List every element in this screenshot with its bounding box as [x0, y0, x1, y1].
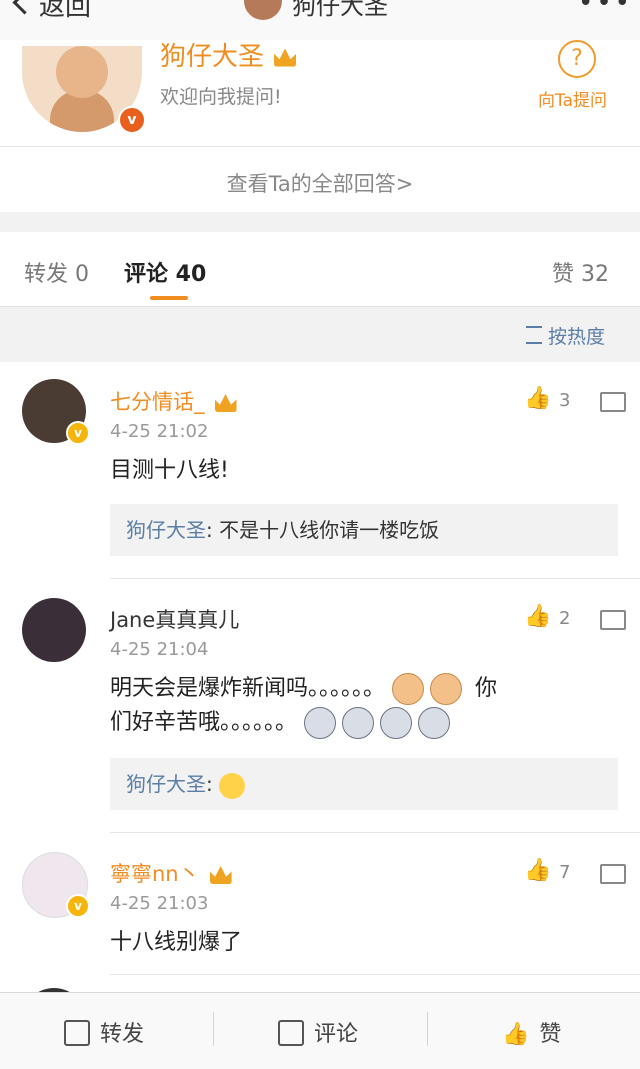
share-icon [64, 1020, 90, 1046]
comment-text-part: 明天会是爆炸新闻吗。。。。。。 [110, 676, 386, 701]
top-nav-bar: 返回 狗仔大圣 ••• [0, 0, 640, 41]
thumbs-up-icon[interactable]: 👍 [524, 386, 551, 411]
comment-like-count: 3 [559, 390, 571, 411]
vip-crown-icon [274, 48, 297, 67]
back-label: 返回 [39, 0, 92, 22]
reply-author[interactable]: 狗仔大圣 [126, 772, 206, 796]
comment-text-line-2: 们好辛苦哦。。。。。。 [110, 706, 456, 740]
comment-text: 十八线别爆了 [110, 930, 243, 955]
author-welcome-text: 欢迎向我提问! [160, 86, 282, 108]
repost-button[interactable]: 转发 [64, 1016, 144, 1048]
sort-icon [526, 326, 542, 344]
comment-like-count: 2 [559, 608, 571, 629]
comment-time: 4-25 21:02 [110, 421, 209, 442]
comment-reply[interactable]: 狗仔大圣: 不是十八线你请一楼吃饭 [110, 504, 618, 556]
reply-text: : [206, 772, 213, 796]
reply-icon[interactable] [600, 392, 626, 412]
comment-icon [278, 1020, 304, 1046]
repost-label: 转发 [100, 1022, 145, 1047]
divider [110, 578, 640, 579]
comment-author-text: 寧寧nn丶 [110, 862, 200, 886]
thumbs-up-icon[interactable]: 👍 [524, 604, 551, 629]
author-name-text: 狗仔大圣 [160, 42, 265, 72]
comment-time: 4-25 21:03 [110, 893, 209, 914]
view-all-answers-link[interactable]: 查看Ta的全部回答> [0, 168, 640, 198]
reply-text: : 不是十八线你请一楼吃饭 [206, 518, 440, 542]
question-icon[interactable]: ? [558, 40, 596, 78]
husky-emoji-icon [418, 707, 451, 739]
toolbar-divider [427, 1012, 428, 1046]
crying-emoji-icon [219, 772, 246, 799]
comment-text: 目测十八线! [110, 458, 229, 483]
comment-reply[interactable]: 狗仔大圣: [110, 758, 618, 810]
tab-like[interactable]: 赞 32 [552, 256, 609, 288]
sort-label: 按热度 [548, 326, 606, 348]
comment-author[interactable]: Jane真真真儿 [110, 604, 239, 634]
interaction-tabs [0, 232, 640, 307]
more-options-icon[interactable]: ••• [578, 0, 633, 18]
cat-emoji-icon [392, 673, 425, 705]
like-label: 赞 [539, 1022, 562, 1047]
chevron-left-icon [12, 0, 37, 15]
comment-author-text: 七分情话_ [110, 390, 205, 414]
thumbs-up-icon: 👍 [502, 1022, 530, 1047]
toolbar-divider [213, 1012, 214, 1046]
tab-comment[interactable]: 评论 40 [124, 256, 206, 288]
cat-emoji-icon [430, 673, 463, 705]
vip-badge-icon: v [66, 421, 90, 445]
avatar-figure-face [56, 46, 108, 98]
vip-crown-icon [209, 866, 232, 884]
husky-emoji-icon [304, 707, 337, 739]
comment-author[interactable]: 七分情话_ [110, 386, 237, 416]
comment-button[interactable]: 评论 [278, 1016, 358, 1048]
divider [110, 974, 640, 975]
active-tab-indicator [150, 296, 188, 300]
husky-emoji-icon [380, 707, 413, 739]
thumbs-up-icon[interactable]: 👍 [524, 858, 551, 883]
comment-list: v 七分情话_ 4-25 21:02 👍 3 目测十八线! 狗仔大圣: 不是十八… [0, 362, 640, 992]
divider [0, 146, 640, 147]
ask-question-button[interactable]: 向Ta提问 [538, 86, 607, 111]
author-name[interactable]: 狗仔大圣 [160, 36, 297, 73]
comment-text-part: 们好辛苦哦。。。。。。 [110, 710, 298, 735]
comment-like-count: 7 [559, 862, 571, 883]
comment-author[interactable]: 寧寧nn丶 [110, 858, 232, 888]
like-button[interactable]: 👍 赞 [502, 1016, 561, 1048]
reply-author[interactable]: 狗仔大圣 [126, 518, 206, 542]
vip-crown-icon [214, 394, 237, 412]
comment-text-part: 你 [475, 676, 498, 701]
tab-repost[interactable]: 转发 0 [24, 256, 89, 288]
reply-icon[interactable] [600, 610, 626, 630]
reply-icon[interactable] [600, 864, 626, 884]
comment-time: 4-25 21:04 [110, 639, 209, 660]
back-button[interactable]: 返回 [12, 0, 92, 23]
sort-by-hot-button[interactable]: 按热度 [526, 322, 605, 349]
nav-title: 狗仔大圣 [292, 0, 388, 20]
husky-emoji-icon [342, 707, 375, 739]
vip-badge-icon: v [66, 894, 90, 918]
nav-avatar[interactable] [244, 0, 282, 20]
divider [110, 832, 640, 833]
verified-badge-icon: v [118, 106, 146, 134]
comment-label: 评论 [314, 1022, 359, 1047]
comment-text-line-1: 明天会是爆炸新闻吗。。。。。。 你 [110, 672, 497, 706]
comment-avatar[interactable] [22, 598, 86, 662]
